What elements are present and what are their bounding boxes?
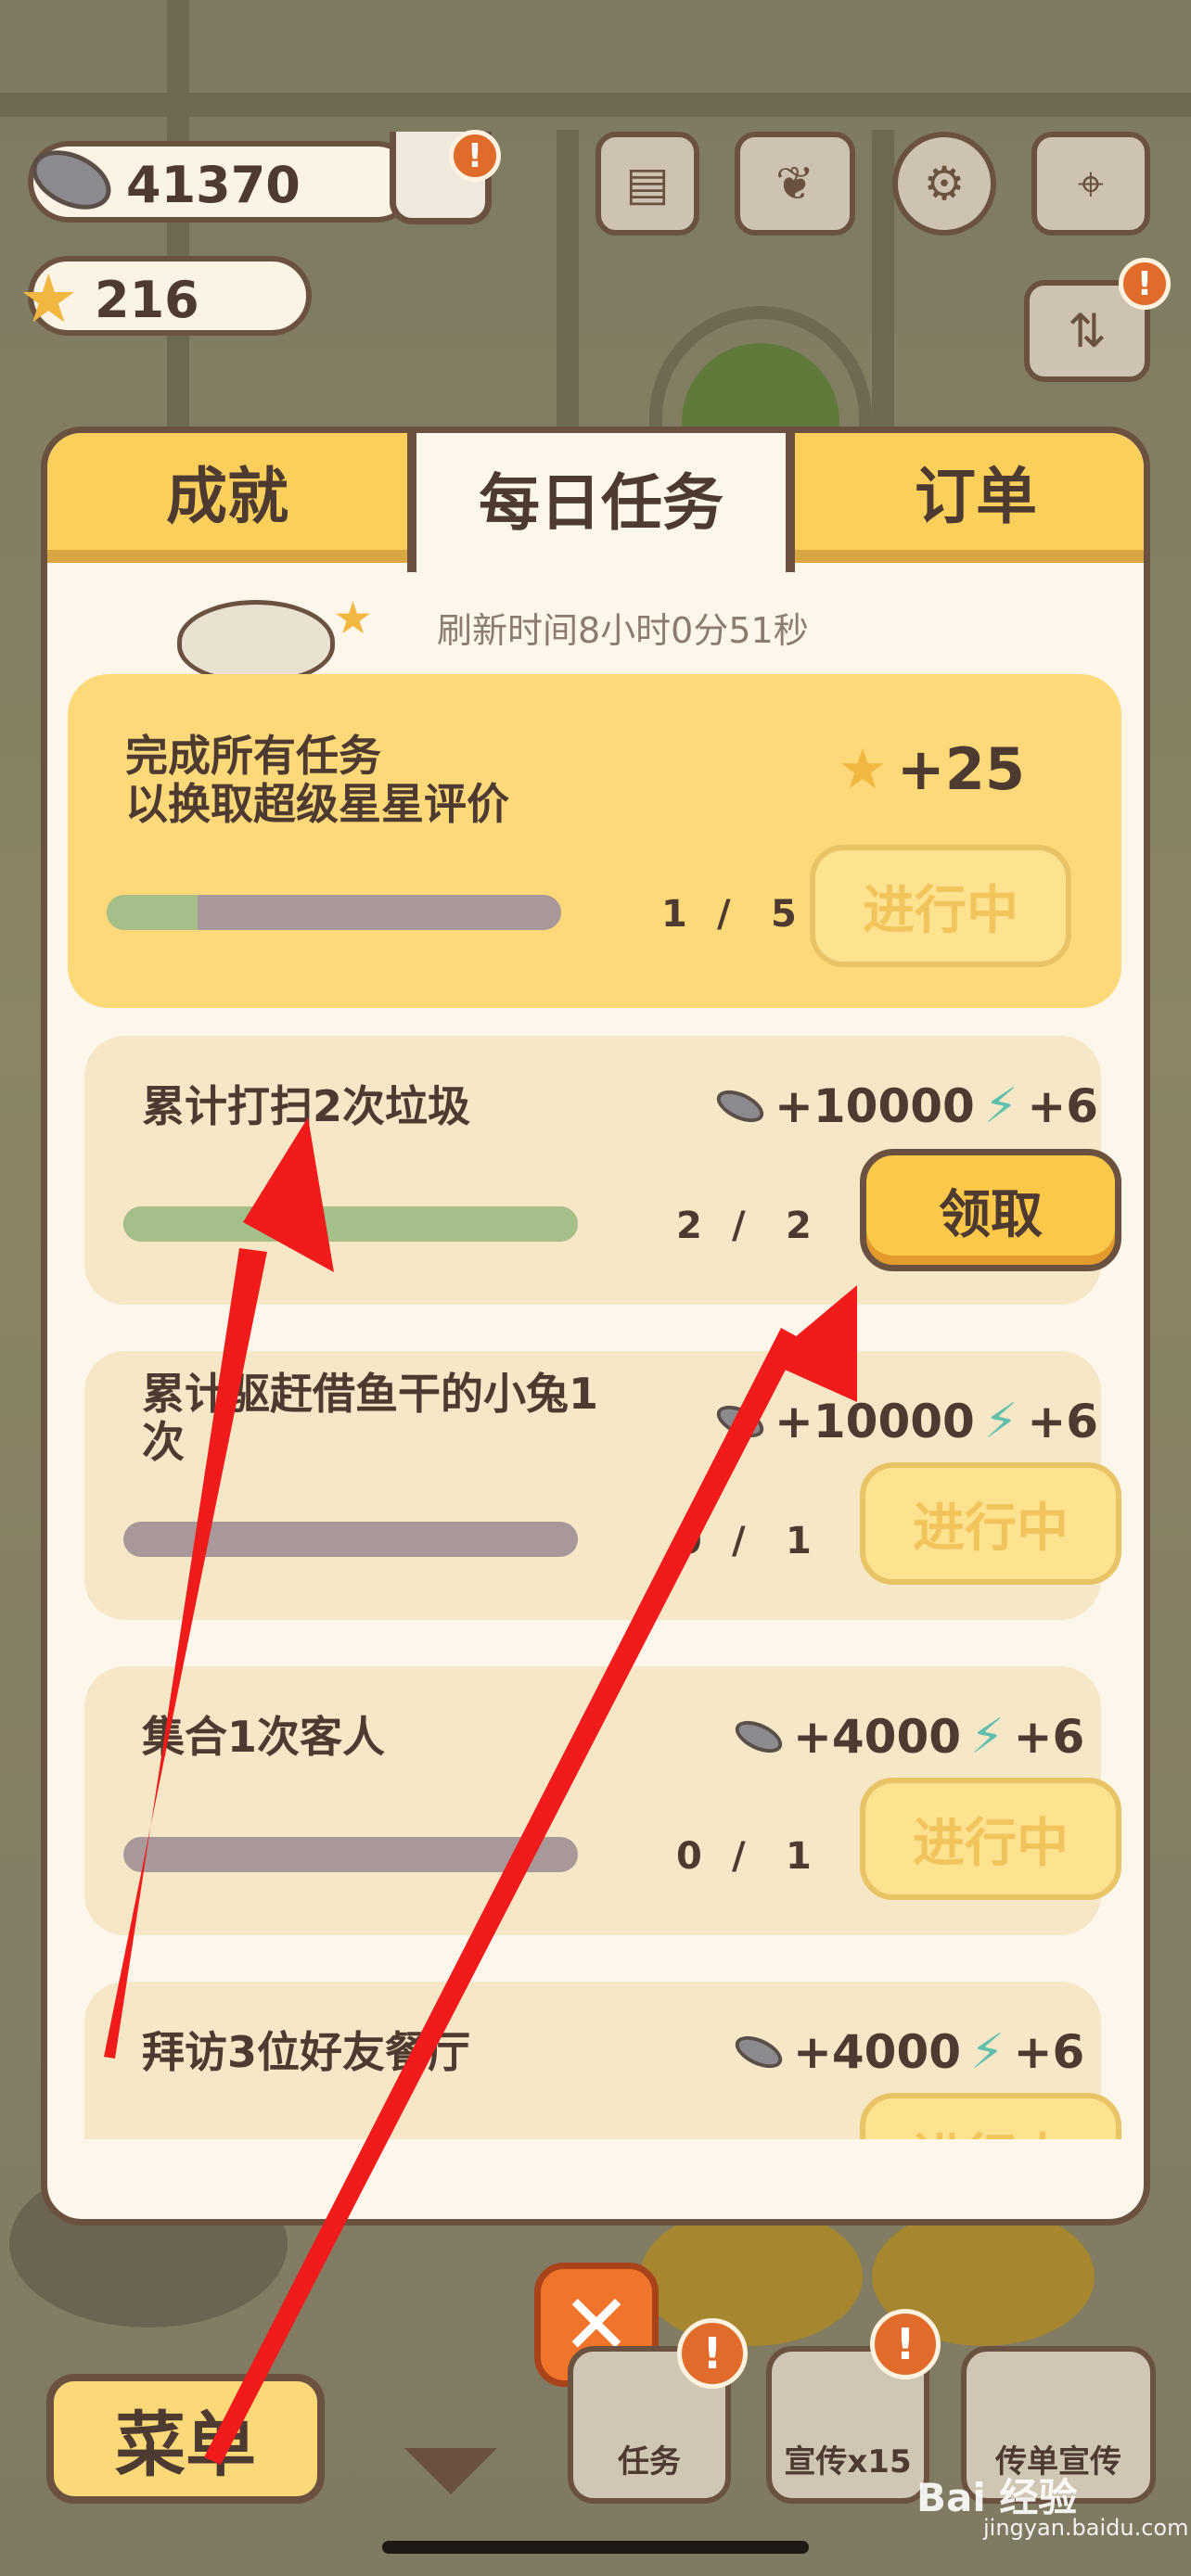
fish-icon	[711, 1398, 769, 1445]
star-icon: ★	[19, 260, 79, 338]
claim-button[interactable]: 领取	[860, 1149, 1121, 1271]
star-icon: ★	[838, 736, 888, 802]
menu-button[interactable]: 菜单	[46, 2374, 325, 2504]
task-card: 累计打扫2次垃圾 +10000 ⚡ +6 2 / 2 领取	[84, 1036, 1121, 1305]
task-title: 拜访3位好友餐厅	[142, 2027, 471, 2077]
tasks-modal: 成就 每日任务 订单 ★ 刷新时间8小时0分51秒 完成所有任务 以换取超级星星…	[41, 427, 1150, 2225]
task-title-line1: 累计驱赶借鱼干的小兔1	[142, 1369, 599, 1419]
fish-reward-amount: +4000	[793, 2025, 962, 2079]
in-progress-button[interactable]: 进行中	[860, 1778, 1121, 1900]
bolt-reward-amount: +6	[1013, 2025, 1085, 2079]
in-progress-button[interactable]: 进行中	[860, 1462, 1121, 1585]
task-progress-bar	[123, 1206, 578, 1242]
bolt-icon: ⚡	[970, 2024, 1005, 2080]
book-icon[interactable]: ❦	[735, 132, 855, 236]
fish-currency-pill: 41370	[22, 138, 417, 223]
in-progress-button[interactable]: 进行中	[860, 2093, 1121, 2139]
task-progress-bar	[123, 1522, 578, 1557]
map-icon[interactable]: ⌖	[1031, 132, 1150, 236]
main-task-progress-fill	[107, 895, 198, 930]
newspaper-icon[interactable]: ▤	[596, 132, 699, 236]
bolt-icon: ⚡	[970, 1709, 1005, 1765]
star-count: 216	[95, 271, 199, 329]
bolt-reward-amount: +6	[1027, 1079, 1099, 1133]
fish-reward-amount: +10000	[775, 1395, 975, 1448]
task-title: 集合1次客人	[142, 1712, 386, 1762]
background-pillar	[557, 130, 579, 427]
task-progress-current: 0	[676, 1835, 702, 1878]
task-title-line2: 次	[142, 1417, 185, 1467]
task-reward: +4000 ⚡ +6	[730, 2024, 1085, 2080]
task-reward: +4000 ⚡ +6	[730, 1709, 1085, 1765]
watermark-url: jingyan.baidu.com	[983, 2515, 1189, 2541]
main-task-card: 完成所有任务 以换取超级星星评价 ★ +25 1 / 5 进行中	[68, 674, 1121, 1008]
task-progress-bar	[123, 1837, 578, 1872]
fish-icon	[730, 1714, 788, 1760]
task-progress-total: 2	[786, 1205, 812, 1247]
bolt-reward-amount: +6	[1013, 1710, 1085, 1764]
fish-icon	[730, 2029, 788, 2075]
task-reward: +10000 ⚡ +6	[711, 1394, 1099, 1449]
main-task-progress-bar	[107, 895, 561, 930]
tab-daily-tasks[interactable]: 每日任务	[416, 433, 786, 563]
star-reward: ★ +25	[838, 735, 1025, 803]
star-currency-pill: ★ 216	[19, 256, 312, 338]
task-progress-sep: /	[732, 1520, 746, 1562]
refresh-timer: 刷新时间8小时0分51秒	[437, 610, 809, 651]
task-progress-total: 1	[786, 1520, 812, 1562]
task-progress-current: 0	[676, 1520, 702, 1562]
bolt-icon: ⚡	[983, 1394, 1018, 1449]
promo-alert-badge: !	[870, 2309, 941, 2379]
main-task-title-line2: 以换取超级星星评价	[125, 779, 509, 829]
bolt-icon: ⚡	[983, 1078, 1018, 1134]
task-reward: +10000 ⚡ +6	[711, 1078, 1099, 1134]
gear-icon[interactable]: ⚙	[892, 132, 996, 236]
fish-reward-amount: +4000	[793, 1710, 962, 1764]
background-pillar	[872, 130, 894, 427]
main-task-title-line1: 完成所有任务	[125, 731, 381, 781]
main-task-progress-sep: /	[717, 893, 731, 936]
tab-divider	[407, 433, 416, 572]
sort-alert-badge: !	[1119, 258, 1171, 310]
tab-achievements[interactable]: 成就	[47, 433, 407, 563]
tab-orders[interactable]: 订单	[795, 433, 1144, 563]
task-card: 累计驱赶借鱼干的小兔1 次 +10000 ⚡ +6 0 / 1 进行中	[84, 1351, 1121, 1620]
main-task-progress-total: 5	[771, 893, 797, 936]
fish-count: 41370	[126, 156, 301, 214]
main-task-in-progress-button[interactable]: 进行中	[810, 845, 1071, 967]
cat-mascot-icon	[177, 600, 335, 683]
background-cushion	[640, 2207, 863, 2346]
star-reward-amount: +25	[896, 735, 1026, 803]
task-list[interactable]: 完成所有任务 以换取超级星星评价 ★ +25 1 / 5 进行中 累计打扫2次垃…	[47, 674, 1144, 2139]
home-indicator[interactable]	[382, 2541, 809, 2554]
task-card: 集合1次客人 +4000 ⚡ +6 0 / 1 进行中	[84, 1666, 1121, 1935]
tab-divider	[786, 433, 795, 572]
task-alert-badge: !	[677, 2318, 748, 2389]
task-card: 拜访3位好友餐厅 +4000 ⚡ +6 0 / 3 进行中	[84, 1982, 1121, 2139]
wand-star-icon: ★	[333, 593, 374, 644]
chevron-down-icon[interactable]	[404, 2448, 497, 2494]
task-progress-sep: /	[732, 1835, 746, 1878]
fish-reward-amount: +10000	[775, 1079, 975, 1133]
task-progress-fill	[123, 1206, 578, 1242]
task-progress-sep: /	[732, 1205, 746, 1247]
main-task-progress-current: 1	[661, 893, 687, 936]
shop-alert-badge: !	[449, 130, 501, 182]
bolt-reward-amount: +6	[1027, 1395, 1099, 1448]
task-title: 累计打扫2次垃圾	[142, 1081, 471, 1131]
task-progress-total: 1	[786, 1835, 812, 1878]
task-progress-current: 2	[676, 1205, 702, 1247]
fish-icon	[711, 1083, 769, 1129]
